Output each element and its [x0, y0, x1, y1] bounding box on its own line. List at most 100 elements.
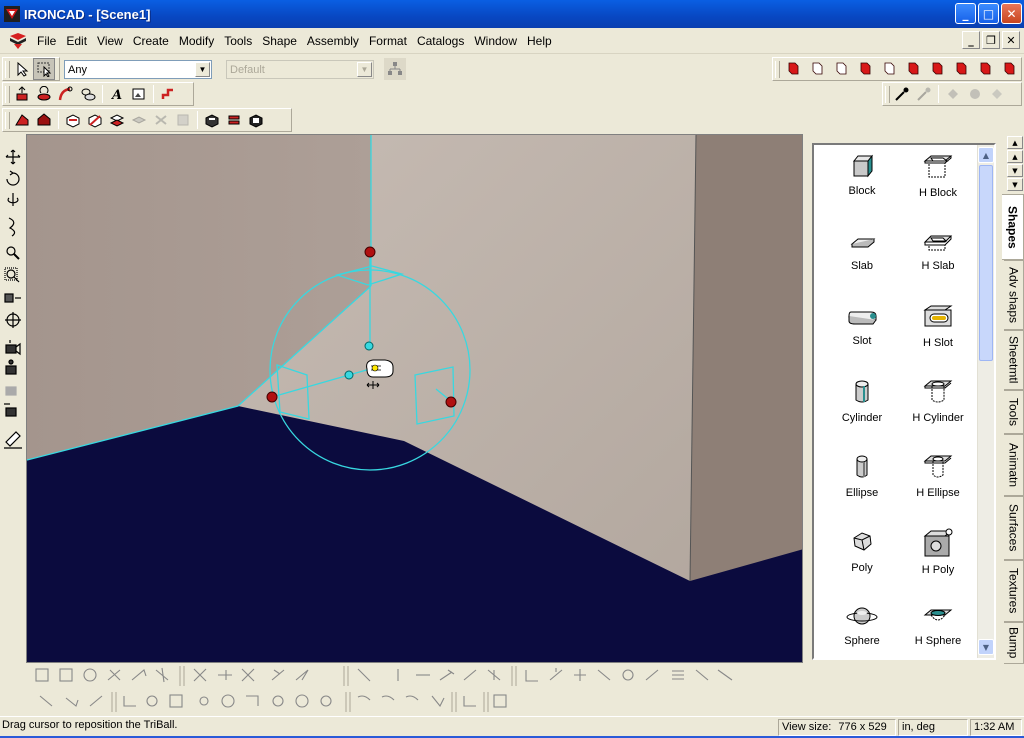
texture-icon[interactable]	[964, 83, 986, 105]
catalog-item-ellipse[interactable]: Ellipse	[824, 451, 900, 526]
paint-toolbar	[882, 82, 1022, 106]
image-icon[interactable]	[128, 83, 150, 105]
chevron-down-icon[interactable]: ▼	[195, 62, 210, 77]
status-bar: Drag cursor to reposition the TriBall. V…	[0, 716, 1024, 736]
catalog-item-h-sphere[interactable]: H Sphere	[900, 601, 976, 658]
tab-sheetmtl[interactable]: Sheetmtl	[1004, 330, 1024, 390]
boolean-subtract-icon[interactable]	[223, 109, 245, 131]
scroll-thumb[interactable]	[979, 165, 993, 361]
scene-canvas[interactable]	[27, 135, 803, 663]
blend-icon[interactable]	[11, 109, 33, 131]
tab-nav-down-button[interactable]: ▼	[1007, 178, 1023, 191]
style-combo[interactable]: Default ▼	[226, 60, 374, 79]
menu-window[interactable]: Window	[469, 31, 522, 51]
menu-file[interactable]: File	[32, 31, 61, 51]
close-button[interactable]: ✕	[1001, 3, 1022, 24]
menu-create[interactable]: Create	[128, 31, 174, 51]
select-arrow-icon[interactable]	[11, 58, 33, 80]
triball-handle[interactable]	[364, 341, 374, 351]
minimize-button[interactable]: _	[955, 3, 976, 24]
hierarchy-icon[interactable]	[384, 58, 406, 80]
sketch-constraint-icons[interactable]	[28, 690, 528, 714]
catalog-item-h-poly[interactable]: H Poly	[900, 526, 976, 601]
bump-icon[interactable]	[986, 83, 1008, 105]
scroll-down-button[interactable]: ▼	[978, 639, 994, 655]
thicken-icon[interactable]	[128, 109, 150, 131]
catalog-item-h-slot[interactable]: H Slot	[900, 301, 976, 376]
tab-nav-up-button[interactable]: ▲	[1007, 150, 1023, 163]
menu-tools[interactable]: Tools	[219, 31, 257, 51]
catalog-tabs: ▲ ▲ ▼ ▼ Shapes Adv shaps Sheetmtl Tools …	[1002, 134, 1024, 664]
select-window-icon[interactable]	[33, 58, 55, 80]
menu-shape[interactable]: Shape	[257, 31, 302, 51]
boolean-union-icon[interactable]	[201, 109, 223, 131]
doc-minimize-button[interactable]: _	[962, 31, 980, 49]
sketch-tool-icons[interactable]	[28, 664, 768, 688]
triball-handle[interactable]	[344, 370, 354, 380]
tab-textures[interactable]: Textures	[1004, 560, 1024, 622]
scene-viewport[interactable]	[26, 134, 803, 663]
menu-view[interactable]: View	[92, 31, 128, 51]
title-bar[interactable]: IRONCAD - [Scene1] _ □ ✕	[0, 0, 1024, 28]
slot-icon	[848, 311, 877, 325]
cube-view-icons[interactable]	[781, 59, 1021, 79]
catalog-item-slab[interactable]: Slab	[824, 226, 900, 301]
step-icon[interactable]	[157, 83, 179, 105]
eyedropper-icon[interactable]	[891, 83, 913, 105]
side-wall	[690, 135, 802, 581]
text-icon[interactable]: A	[106, 83, 128, 105]
catalog-item-h-block[interactable]: H Block	[900, 151, 976, 226]
sweep-icon[interactable]	[55, 83, 77, 105]
catalog-item-h-cylinder[interactable]: H Cylinder	[900, 376, 976, 451]
apply-color-icon[interactable]	[913, 83, 935, 105]
tab-tools[interactable]: Tools	[1004, 390, 1024, 434]
menu-edit[interactable]: Edit	[61, 31, 92, 51]
catalog-label: Slot	[852, 335, 872, 347]
clock-panel: 1:32 AM	[970, 719, 1022, 736]
tab-surfaces[interactable]: Surfaces	[1004, 496, 1024, 560]
deform-icon[interactable]	[172, 109, 194, 131]
chamfer-icon[interactable]	[33, 109, 55, 131]
paint-bucket-icon[interactable]	[942, 83, 964, 105]
catalog-item-slot[interactable]: Slot	[824, 301, 900, 376]
catalog-item-cylinder[interactable]: Cylinder	[824, 376, 900, 451]
catalog-item-h-slab[interactable]: H Slab	[900, 226, 976, 301]
doc-close-button[interactable]: ✕	[1002, 31, 1020, 49]
catalog-scrollbar[interactable]: ▲ ▼	[977, 145, 994, 658]
sketch-toolbar-row-1	[28, 663, 768, 688]
doc-restore-button[interactable]: ❐	[982, 31, 1000, 49]
menu-assembly[interactable]: Assembly	[302, 31, 364, 51]
shell-icon[interactable]	[62, 109, 84, 131]
catalog-label: H Cylinder	[912, 412, 964, 424]
catalog-item-sphere[interactable]: Sphere	[824, 601, 900, 658]
spin-icon[interactable]	[33, 83, 55, 105]
menu-catalogs[interactable]: Catalogs	[412, 31, 469, 51]
loft-icon[interactable]	[77, 83, 99, 105]
scroll-up-button[interactable]: ▲	[978, 147, 994, 163]
maximize-button[interactable]: □	[978, 3, 999, 24]
pattern-icon[interactable]	[150, 109, 172, 131]
tab-bump[interactable]: Bump	[1004, 622, 1024, 664]
triball-handle[interactable]	[364, 246, 376, 258]
triball-handle[interactable]	[266, 391, 278, 403]
cylinder-icon	[855, 380, 869, 403]
split-icon[interactable]	[106, 109, 128, 131]
tab-nav-down-button[interactable]: ▼	[1007, 164, 1023, 177]
catalog-item-poly[interactable]: Poly	[824, 526, 900, 601]
menu-format[interactable]: Format	[364, 31, 412, 51]
extrude-icon[interactable]	[11, 83, 33, 105]
boolean-intersect-icon[interactable]	[245, 109, 267, 131]
chevron-down-icon[interactable]: ▼	[357, 62, 372, 77]
catalog-item-h-ellipse[interactable]: H Ellipse	[900, 451, 976, 526]
filter-combo[interactable]: Any ▼	[64, 60, 212, 79]
tab-nav-up-button[interactable]: ▲	[1007, 136, 1023, 149]
tab-adv-shaps[interactable]: Adv shaps	[1004, 260, 1024, 330]
tab-animatn[interactable]: Animatn	[1004, 434, 1024, 496]
menu-modify[interactable]: Modify	[174, 31, 219, 51]
triball-handle[interactable]	[445, 396, 457, 408]
menu-help[interactable]: Help	[522, 31, 557, 51]
tab-shapes[interactable]: Shapes	[1002, 194, 1024, 260]
camera-tools-icons[interactable]	[0, 140, 26, 460]
taper-icon[interactable]	[84, 109, 106, 131]
catalog-item-block[interactable]: Block	[824, 151, 900, 226]
